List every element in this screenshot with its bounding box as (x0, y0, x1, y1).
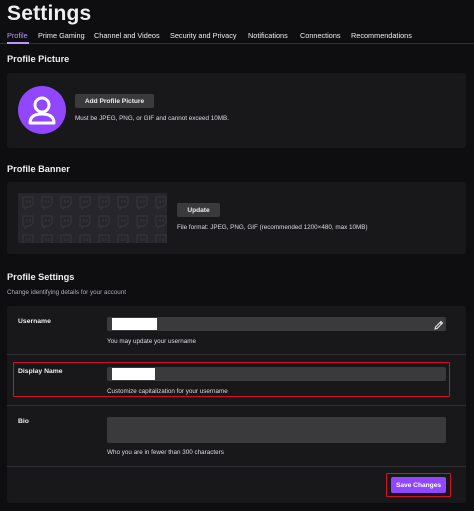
update-banner-button[interactable]: Update (177, 203, 220, 217)
row-divider (7, 466, 466, 467)
profile-banner-heading: Profile Banner (7, 164, 70, 174)
profile-picture-hint: Must be JPEG, PNG, or GIF and cannot exc… (75, 115, 229, 122)
username-label: Username (18, 318, 51, 325)
glitch-pattern (18, 193, 167, 243)
tab-recommendations[interactable]: Recommendations (351, 31, 412, 40)
username-input[interactable] (107, 317, 446, 331)
tab-channel-and-videos[interactable]: Channel and Videos (94, 31, 160, 40)
profile-picture-panel (7, 73, 466, 148)
display-name-hint: Customize capitalization for your userna… (107, 388, 228, 395)
username-redaction (112, 318, 157, 330)
tab-profile[interactable]: Profile (7, 31, 28, 40)
bio-textarea[interactable] (107, 417, 446, 443)
display-name-label: Display Name (18, 368, 63, 375)
tab-notifications[interactable]: Notifications (248, 31, 288, 40)
bio-label: Bio (18, 418, 29, 425)
pencil-icon (434, 320, 444, 330)
edit-username-button[interactable] (433, 318, 445, 330)
tab-connections[interactable]: Connections (300, 31, 341, 40)
username-hint: You may update your username (107, 338, 197, 345)
profile-settings-heading: Profile Settings (7, 272, 75, 282)
tab-prime-gaming[interactable]: Prime Gaming (38, 31, 85, 40)
display-name-input[interactable] (107, 367, 446, 381)
profile-settings-subheading: Change identifying details for your acco… (7, 289, 127, 296)
banner-preview[interactable] (18, 193, 167, 243)
avatar[interactable] (18, 86, 66, 134)
save-changes-button[interactable]: Save Changes (391, 477, 446, 493)
settings-tabs: Profile Prime Gaming Channel and Videos … (0, 30, 474, 44)
tab-security-and-privacy[interactable]: Security and Privacy (170, 31, 237, 40)
row-divider (7, 405, 466, 406)
add-profile-picture-button[interactable]: Add Profile Picture (75, 94, 154, 108)
active-tab-indicator (7, 42, 29, 44)
page-title: Settings (7, 2, 92, 25)
display-name-redaction (112, 368, 155, 380)
profile-picture-heading: Profile Picture (7, 54, 70, 64)
bio-hint: Who you are in fewer than 300 characters (107, 449, 224, 456)
user-icon (28, 96, 56, 125)
profile-banner-hint: File format: JPEG, PNG, GIF (recommended… (177, 224, 368, 231)
row-divider (7, 354, 466, 355)
